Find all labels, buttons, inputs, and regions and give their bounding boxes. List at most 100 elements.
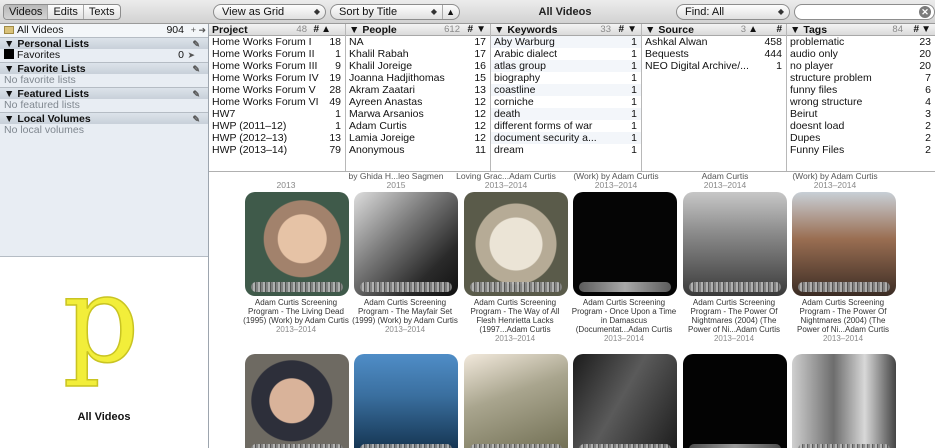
- people-row[interactable]: Khalil Rabah 17: [346, 48, 490, 60]
- people-row[interactable]: Ayreen Anastas 12: [346, 96, 490, 108]
- people-row[interactable]: Khalil Joreige 16: [346, 60, 490, 72]
- tags-row[interactable]: Funny Files 2: [787, 144, 935, 156]
- tags-row[interactable]: Beirut 3: [787, 108, 935, 120]
- sort-by-count-button[interactable]: #: [913, 24, 919, 36]
- tags-row[interactable]: problematic 23: [787, 36, 935, 48]
- people-row[interactable]: NA 17: [346, 36, 490, 48]
- add-icon[interactable]: +: [191, 24, 196, 37]
- video-thumbnail[interactable]: [464, 354, 568, 448]
- tags-row[interactable]: structure problem 7: [787, 72, 935, 84]
- clear-search-icon[interactable]: ✕: [919, 6, 931, 18]
- keywords-row[interactable]: Aby Warburg 1: [491, 36, 641, 48]
- project-row[interactable]: Home Works Forum I 18: [209, 36, 345, 48]
- project-row[interactable]: Home Works Forum VI 49: [209, 96, 345, 108]
- video-caption-partial[interactable]: (Work) by Adam Curtis 2013–2014: [780, 172, 890, 190]
- keywords-row[interactable]: biography 1: [491, 72, 641, 84]
- section-local-volumes[interactable]: ▼ Local Volumes ✎: [0, 111, 208, 125]
- people-row[interactable]: Marwa Arsanios 12: [346, 108, 490, 120]
- section-featured-lists[interactable]: ▼ Featured Lists ✎: [0, 86, 208, 100]
- tags-row[interactable]: Dupes 2: [787, 132, 935, 144]
- keywords-row[interactable]: death 1: [491, 108, 641, 120]
- sidebar-item-favorites[interactable]: Favorites 0 ➤: [0, 49, 208, 62]
- sort-descending-icon[interactable]: ▼: [790, 24, 800, 36]
- video-thumbnail[interactable]: [354, 192, 458, 296]
- video-caption-partial[interactable]: (Work) by Adam Curtis 2013–2014: [561, 172, 671, 190]
- people-row[interactable]: Adam Curtis 12: [346, 120, 490, 132]
- sort-descending-icon[interactable]: ▼: [349, 24, 359, 36]
- sort-descending-icon[interactable]: ▼: [921, 24, 931, 36]
- sort-by-count-button[interactable]: #: [776, 24, 782, 36]
- tab-videos[interactable]: Videos: [4, 5, 49, 19]
- video-caption-partial[interactable]: 2013: [231, 172, 341, 190]
- tags-row[interactable]: wrong structure 4: [787, 96, 935, 108]
- tab-texts[interactable]: Texts: [84, 5, 120, 19]
- sort-descending-icon[interactable]: ▼: [494, 24, 504, 36]
- sort-select[interactable]: Sort by Title ◆ ▲: [330, 4, 460, 20]
- keywords-row[interactable]: atlas group 1: [491, 60, 641, 72]
- video-thumbnail[interactable]: [354, 354, 458, 448]
- sort-by-count-button[interactable]: #: [618, 24, 624, 36]
- keywords-row[interactable]: coastline 1: [491, 84, 641, 96]
- keywords-column-header[interactable]: ▼ Keywords 33 # ▼: [491, 24, 641, 36]
- project-row[interactable]: HWP (2012–13) 13: [209, 132, 345, 144]
- project-row[interactable]: HWP (2011–12) 1: [209, 120, 345, 132]
- source-row[interactable]: Ashkal Alwan 458: [642, 36, 786, 48]
- video-thumbnail[interactable]: [683, 354, 787, 448]
- tags-column-header[interactable]: ▼ Tags 84 # ▼: [787, 24, 935, 36]
- sort-by-count-button[interactable]: #: [313, 24, 319, 36]
- video-thumbnail[interactable]: [245, 354, 349, 448]
- project-row[interactable]: Home Works Forum II 1: [209, 48, 345, 60]
- sort-direction-toggle[interactable]: ▲: [442, 5, 455, 19]
- view-mode-select[interactable]: View as Grid ◆: [213, 4, 326, 20]
- project-row[interactable]: HWP (2013–14) 79: [209, 144, 345, 156]
- tags-row[interactable]: doesnt load 2: [787, 120, 935, 132]
- video-caption[interactable]: Adam Curtis Screening Program - The Powe…: [681, 298, 787, 343]
- people-row[interactable]: Akram Zaatari 13: [346, 84, 490, 96]
- keywords-row[interactable]: Arabic dialect 1: [491, 48, 641, 60]
- section-personal-lists[interactable]: ▼ Personal Lists ✎: [0, 36, 208, 50]
- keywords-row[interactable]: different forms of war 1: [491, 120, 641, 132]
- info-icon[interactable]: ➜: [198, 24, 206, 37]
- people-row[interactable]: Joanna Hadjithomas 15: [346, 72, 490, 84]
- source-row[interactable]: NEO Digital Archive/... 1: [642, 60, 786, 72]
- video-caption[interactable]: Adam Curtis Screening Program - The Mayf…: [352, 298, 458, 334]
- search-input[interactable]: ✕: [794, 4, 935, 20]
- video-caption[interactable]: Adam Curtis Screening Program - The Way …: [462, 298, 568, 343]
- tab-edits[interactable]: Edits: [48, 5, 84, 19]
- keywords-row[interactable]: document security a... 1: [491, 132, 641, 144]
- tags-row[interactable]: audio only 20: [787, 48, 935, 60]
- project-row[interactable]: Home Works Forum V 28: [209, 84, 345, 96]
- people-row[interactable]: Lamia Joreige 12: [346, 132, 490, 144]
- project-row[interactable]: Home Works Forum III 9: [209, 60, 345, 72]
- tags-row[interactable]: funny files 6: [787, 84, 935, 96]
- video-thumbnail[interactable]: [792, 192, 896, 296]
- video-thumbnail[interactable]: [792, 354, 896, 448]
- people-row[interactable]: Anonymous 11: [346, 144, 490, 156]
- sort-ascending-icon[interactable]: ▲: [321, 24, 331, 36]
- video-thumbnail[interactable]: [683, 192, 787, 296]
- people-column-header[interactable]: ▼ People 612 # ▼: [346, 24, 490, 36]
- video-caption[interactable]: Adam Curtis Screening Program - The Powe…: [790, 298, 896, 343]
- video-thumbnail[interactable]: [573, 354, 677, 448]
- find-scope-select[interactable]: Find: All ◆: [676, 4, 790, 20]
- video-caption-partial[interactable]: Loving Grac...Adam Curtis 2013–2014: [451, 172, 561, 190]
- tags-row[interactable]: no player 20: [787, 60, 935, 72]
- video-caption-partial[interactable]: by Ghida H...leo Sagmen 2015: [341, 172, 451, 190]
- source-column-header[interactable]: ▼ Source 3 ▲ #: [642, 24, 786, 36]
- keywords-row[interactable]: corniche 1: [491, 96, 641, 108]
- video-caption[interactable]: Adam Curtis Screening Program - The Livi…: [243, 298, 349, 334]
- keywords-row[interactable]: dream 1: [491, 144, 641, 156]
- video-caption-partial[interactable]: Adam Curtis 2013–2014: [670, 172, 780, 190]
- source-row[interactable]: Bequests 444: [642, 48, 786, 60]
- project-row[interactable]: Home Works Forum IV 19: [209, 72, 345, 84]
- sort-descending-icon[interactable]: ▼: [645, 24, 655, 36]
- video-caption[interactable]: Adam Curtis Screening Program - Once Upo…: [571, 298, 677, 343]
- sort-descending-icon[interactable]: ▼: [627, 24, 637, 36]
- project-row[interactable]: HW7 1: [209, 108, 345, 120]
- video-thumbnail[interactable]: [573, 192, 677, 296]
- video-thumbnail[interactable]: [464, 192, 568, 296]
- project-column-header[interactable]: Project 48 # ▲: [209, 24, 345, 36]
- sort-descending-icon[interactable]: ▼: [476, 24, 486, 36]
- section-favorite-lists[interactable]: ▼ Favorite Lists ✎: [0, 61, 208, 75]
- sidebar-item-all-videos[interactable]: All Videos 904 + ➜: [0, 24, 208, 37]
